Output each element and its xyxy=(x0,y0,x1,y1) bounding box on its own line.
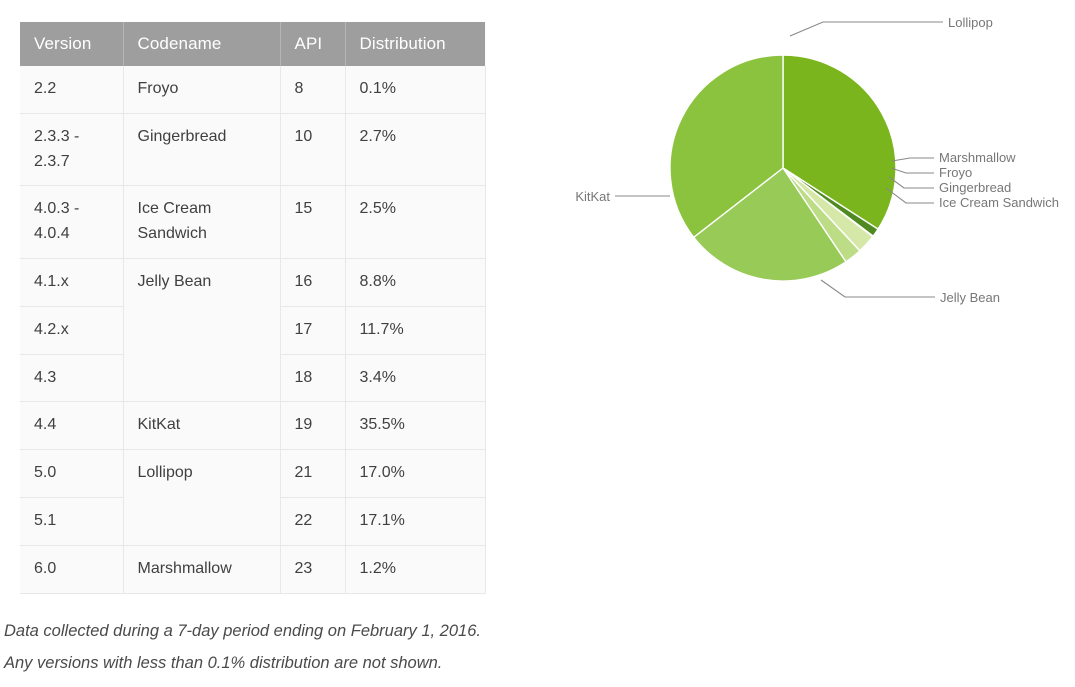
cell-distribution: 2.7% xyxy=(345,113,485,186)
callout-label-jelly-bean: Jelly Bean xyxy=(940,290,1000,305)
leader-line-jelly-bean xyxy=(821,280,935,297)
table-row: 2.2 Froyo 8 0.1% xyxy=(20,66,485,113)
cell-api: 22 xyxy=(280,497,345,545)
cell-api: 23 xyxy=(280,545,345,593)
android-version-distribution-table: Version Codename API Distribution 2.2 Fr… xyxy=(20,22,486,594)
column-header-distribution: Distribution xyxy=(345,22,485,66)
cell-version[interactable]: 4.2.x xyxy=(20,306,123,354)
cell-api: 19 xyxy=(280,402,345,450)
cell-distribution: 1.2% xyxy=(345,545,485,593)
cell-version[interactable]: 4.3 xyxy=(20,354,123,402)
cell-distribution: 17.1% xyxy=(345,497,485,545)
table-row: 4.1.x Jelly Bean 16 8.8% xyxy=(20,258,485,306)
table-row: 6.0 Marshmallow 23 1.2% xyxy=(20,545,485,593)
cell-version[interactable]: 5.0 xyxy=(20,450,123,498)
table-row: 4.0.3 - 4.0.4 Ice Cream Sandwich 15 2.5% xyxy=(20,186,485,259)
cell-distribution: 3.4% xyxy=(345,354,485,402)
cell-distribution: 8.8% xyxy=(345,258,485,306)
cell-distribution: 0.1% xyxy=(345,66,485,113)
cell-codename: Lollipop xyxy=(123,450,280,546)
cell-version[interactable]: 6.0 xyxy=(20,545,123,593)
column-header-api: API xyxy=(280,22,345,66)
column-header-version: Version xyxy=(20,22,123,66)
footnote-line-1: Data collected during a 7-day period end… xyxy=(4,615,644,647)
leader-line-lollipop xyxy=(790,22,943,36)
distribution-pie-chart-container: Lollipop Marshmallow Froyo Gingerbread I… xyxy=(560,0,1075,340)
callout-label-froyo: Froyo xyxy=(939,165,972,180)
footnote-line-2: Any versions with less than 0.1% distrib… xyxy=(4,647,644,679)
leader-line-marshmallow xyxy=(892,158,934,161)
cell-distribution: 35.5% xyxy=(345,402,485,450)
cell-api: 21 xyxy=(280,450,345,498)
cell-codename: Froyo xyxy=(123,66,280,113)
cell-version[interactable]: 2.2 xyxy=(20,66,123,113)
callout-label-ice-cream-sandwich: Ice Cream Sandwich xyxy=(939,195,1059,210)
cell-codename: Marshmallow xyxy=(123,545,280,593)
cell-version[interactable]: 5.1 xyxy=(20,497,123,545)
cell-version[interactable]: 4.0.3 - 4.0.4 xyxy=(20,186,123,259)
cell-api: 15 xyxy=(280,186,345,259)
cell-api: 17 xyxy=(280,306,345,354)
cell-version[interactable]: 2.3.3 - 2.3.7 xyxy=(20,113,123,186)
cell-distribution: 11.7% xyxy=(345,306,485,354)
distribution-table-container: Version Codename API Distribution 2.2 Fr… xyxy=(20,22,485,594)
cell-api: 18 xyxy=(280,354,345,402)
callout-label-marshmallow: Marshmallow xyxy=(939,150,1016,165)
cell-codename: Gingerbread xyxy=(123,113,280,186)
cell-distribution: 2.5% xyxy=(345,186,485,259)
cell-distribution: 17.0% xyxy=(345,450,485,498)
cell-api: 10 xyxy=(280,113,345,186)
column-header-codename: Codename xyxy=(123,22,280,66)
footnotes: Data collected during a 7-day period end… xyxy=(4,615,644,679)
callout-label-gingerbread: Gingerbread xyxy=(939,180,1011,195)
cell-api: 8 xyxy=(280,66,345,113)
cell-codename: Jelly Bean xyxy=(123,258,280,401)
table-row: 4.4 KitKat 19 35.5% xyxy=(20,402,485,450)
cell-version[interactable]: 4.1.x xyxy=(20,258,123,306)
table-header-row: Version Codename API Distribution xyxy=(20,22,485,66)
leader-line-froyo xyxy=(891,168,934,173)
cell-version[interactable]: 4.4 xyxy=(20,402,123,450)
pie-slice-group xyxy=(670,55,896,281)
callout-label-kitkat: KitKat xyxy=(575,189,610,204)
cell-codename: KitKat xyxy=(123,402,280,450)
distribution-pie-chart: Lollipop Marshmallow Froyo Gingerbread I… xyxy=(560,0,1075,340)
callout-label-lollipop: Lollipop xyxy=(948,15,993,30)
cell-api: 16 xyxy=(280,258,345,306)
table-row: 2.3.3 - 2.3.7 Gingerbread 10 2.7% xyxy=(20,113,485,186)
cell-codename: Ice Cream Sandwich xyxy=(123,186,280,259)
table-row: 5.0 Lollipop 21 17.0% xyxy=(20,450,485,498)
